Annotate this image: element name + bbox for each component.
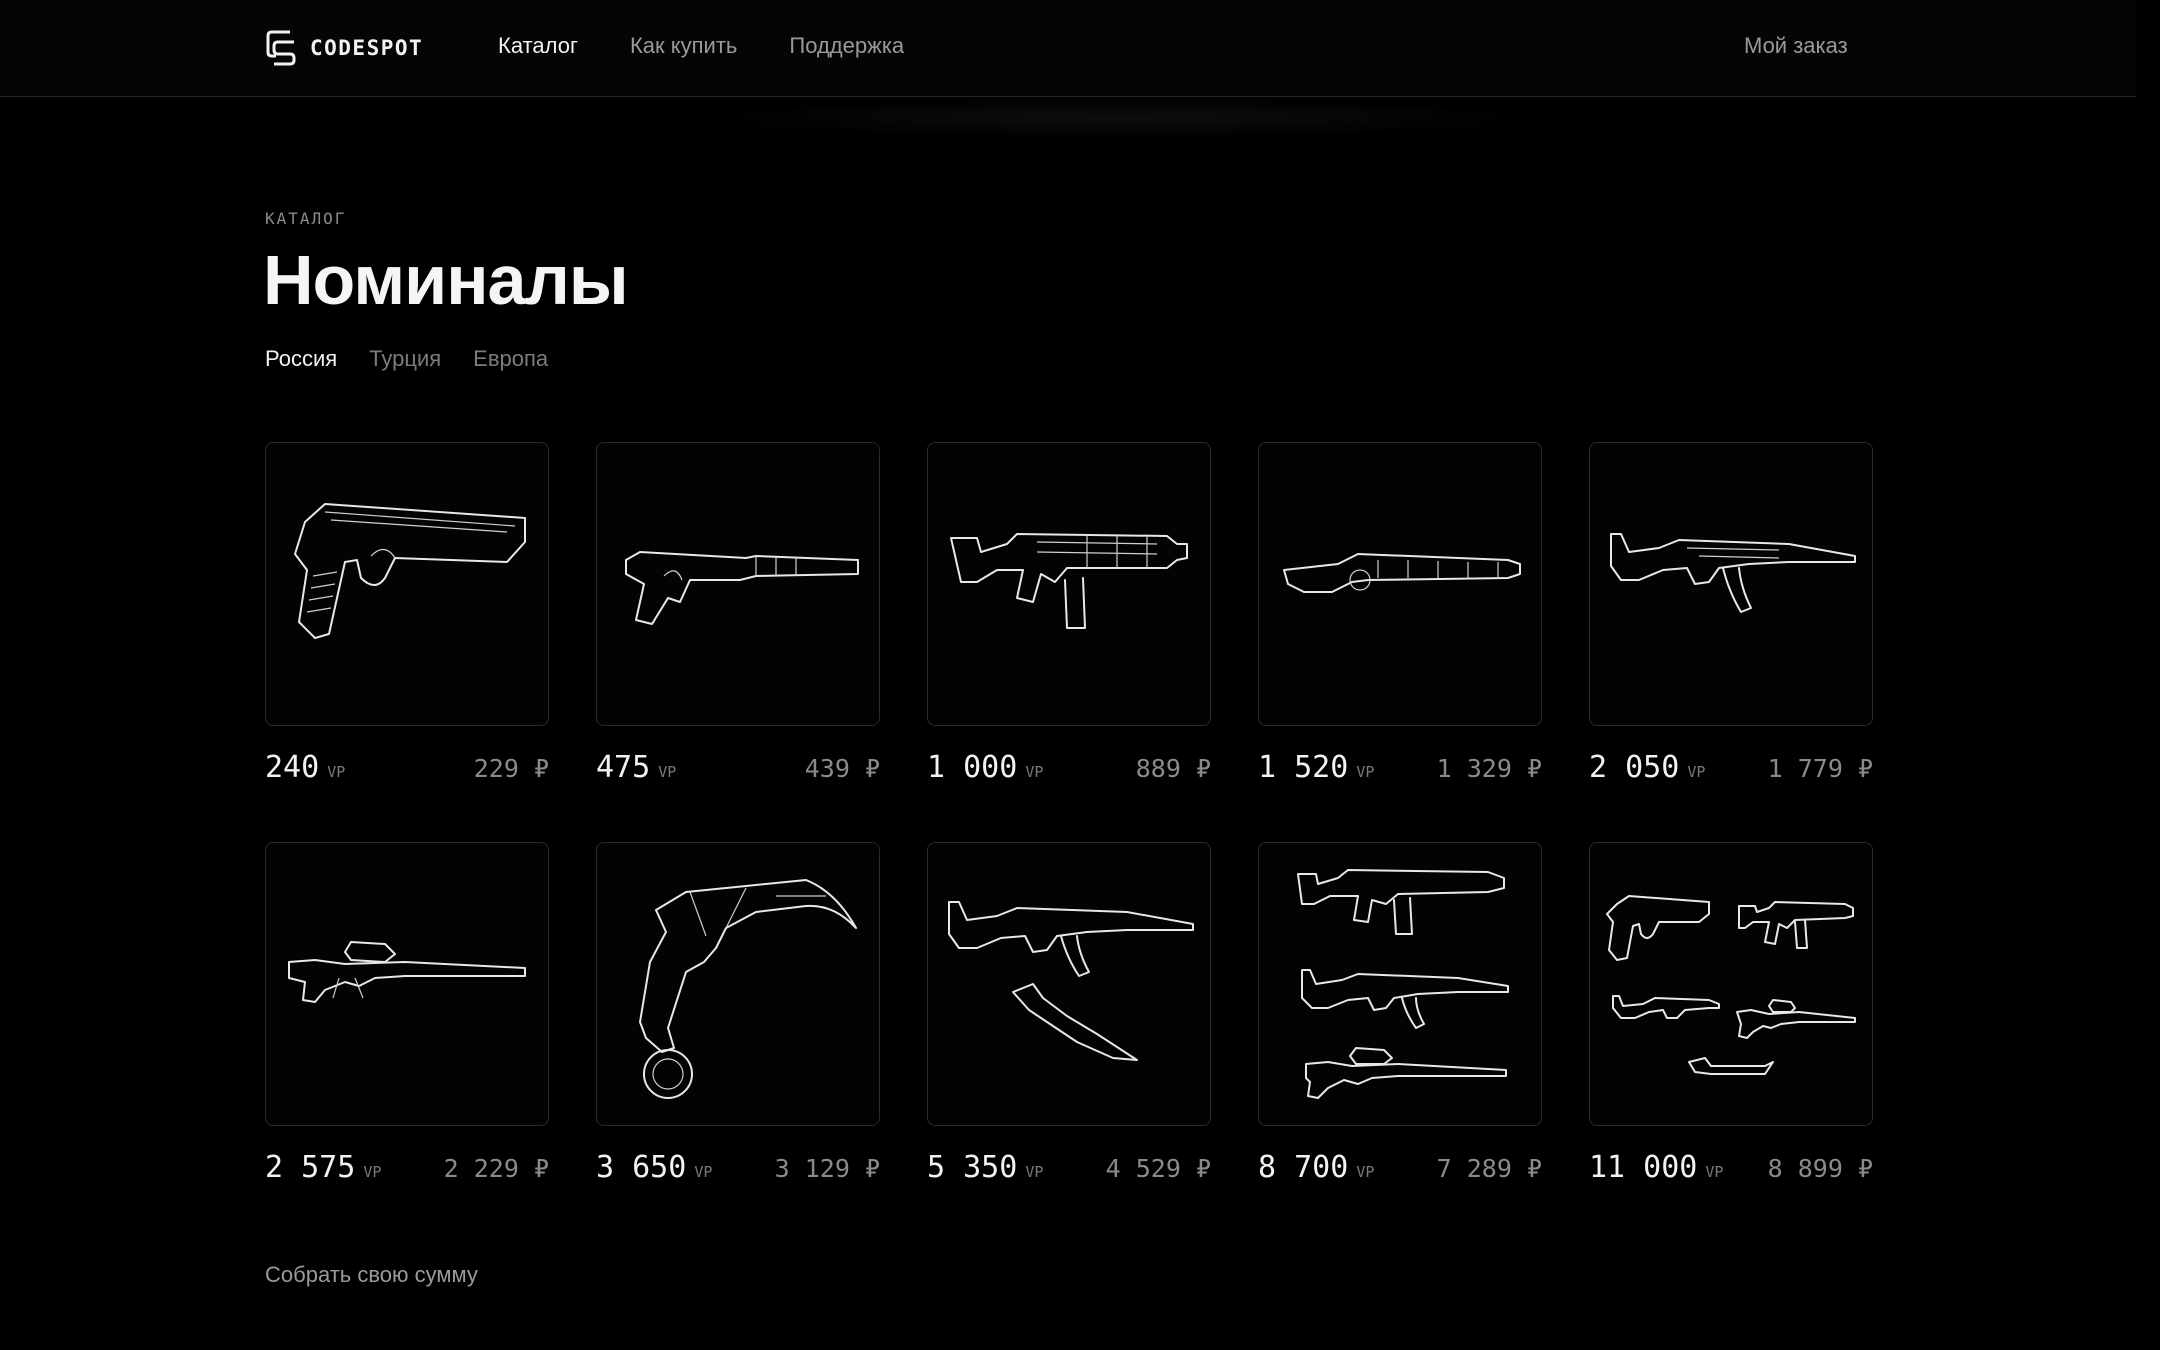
rub-price: 4 529 ₽ — [1105, 1154, 1211, 1183]
vp-unit: VP — [1025, 763, 1044, 781]
product-image — [265, 442, 549, 726]
brand-name: CODESPOT — [310, 36, 424, 60]
weapon-set-three-icon — [1297, 869, 1509, 1099]
custom-sum-link[interactable]: Собрать свою сумму — [265, 1262, 478, 1288]
vp-unit: VP — [327, 763, 346, 781]
vp-unit: VP — [1687, 763, 1706, 781]
vp-unit: VP — [1356, 763, 1375, 781]
product-image — [265, 842, 549, 1126]
product-card[interactable]: 2 575 VP 2 229 ₽ — [265, 842, 549, 1186]
main-nav: Каталог Как купить Поддержка — [498, 33, 904, 59]
vp-amount: 5 350 — [927, 1150, 1018, 1185]
vp-amount: 240 — [265, 750, 320, 785]
vp-unit: VP — [694, 1163, 713, 1181]
page-title: Номиналы — [263, 241, 629, 319]
product-image — [1589, 842, 1873, 1126]
rifle-icon — [1610, 533, 1856, 613]
shotgun-icon — [1283, 553, 1521, 593]
vp-unit: VP — [1356, 1163, 1375, 1181]
codespot-logo-icon — [266, 30, 296, 66]
product-card[interactable]: 1 520 VP 1 329 ₽ — [1258, 442, 1542, 786]
vp-amount: 1 000 — [927, 750, 1018, 785]
product-image — [1258, 442, 1542, 726]
section-eyebrow: КАТАЛОГ — [265, 209, 347, 228]
vp-unit: VP — [658, 763, 677, 781]
top-navigation-bar: CODESPOT Каталог Как купить Поддержка Мо… — [0, 0, 2136, 97]
pistol-icon — [294, 503, 526, 639]
tab-europe[interactable]: Европа — [473, 346, 548, 372]
product-card[interactable]: 5 350 VP 4 529 ₽ — [927, 842, 1211, 1186]
product-image — [596, 442, 880, 726]
weapon-set-five-icon — [1606, 895, 1856, 1075]
rub-price: 439 ₽ — [804, 754, 880, 783]
region-tabs: Россия Турция Европа — [265, 346, 548, 372]
sniper-rifle-icon — [288, 941, 526, 1003]
vp-amount: 475 — [596, 750, 651, 785]
brand-logo[interactable]: CODESPOT — [264, 27, 423, 69]
rifle-and-knife-icon — [948, 901, 1194, 1061]
rub-price: 229 ₽ — [473, 754, 549, 783]
vp-unit: VP — [363, 1163, 382, 1181]
vp-unit: VP — [1705, 1163, 1724, 1181]
product-card[interactable]: 1 000 VP 889 ₽ — [927, 442, 1211, 786]
nav-item-catalog[interactable]: Каталог — [498, 33, 578, 59]
nav-item-how-to-buy[interactable]: Как купить — [630, 33, 737, 59]
rub-price: 1 329 ₽ — [1436, 754, 1542, 783]
rub-price: 1 779 ₽ — [1767, 754, 1873, 783]
product-card[interactable]: 2 050 VP 1 779 ₽ — [1589, 442, 1873, 786]
vp-amount: 2 050 — [1589, 750, 1680, 785]
silenced-pistol-icon — [625, 551, 859, 625]
vp-amount: 3 650 — [596, 1150, 687, 1185]
product-grid: 240 VP 229 ₽ 475 VP 439 ₽ 1 000 VP 889 ₽… — [265, 442, 1873, 1186]
rub-price: 2 229 ₽ — [443, 1154, 549, 1183]
vp-amount: 2 575 — [265, 1150, 356, 1185]
vp-unit: VP — [1025, 1163, 1044, 1181]
product-card[interactable]: 8 700 VP 7 289 ₽ — [1258, 842, 1542, 1186]
product-image — [1589, 442, 1873, 726]
rub-price: 8 899 ₽ — [1767, 1154, 1873, 1183]
product-image — [596, 842, 880, 1126]
vp-amount: 11 000 — [1589, 1150, 1698, 1185]
product-card[interactable]: 3 650 VP 3 129 ₽ — [596, 842, 880, 1186]
karambit-knife-icon — [639, 879, 857, 1099]
my-order-link[interactable]: Мой заказ — [1744, 33, 1848, 59]
rub-price: 3 129 ₽ — [774, 1154, 880, 1183]
smg-icon — [950, 533, 1188, 629]
tab-turkey[interactable]: Турция — [369, 346, 441, 372]
product-image — [927, 442, 1211, 726]
product-image — [927, 842, 1211, 1126]
tab-russia[interactable]: Россия — [265, 346, 337, 372]
vp-amount: 8 700 — [1258, 1150, 1349, 1185]
product-image — [1258, 842, 1542, 1126]
rub-price: 889 ₽ — [1135, 754, 1211, 783]
rub-price: 7 289 ₽ — [1436, 1154, 1542, 1183]
product-card[interactable]: 240 VP 229 ₽ — [265, 442, 549, 786]
header-glow — [700, 98, 1540, 138]
product-card[interactable]: 475 VP 439 ₽ — [596, 442, 880, 786]
vp-amount: 1 520 — [1258, 750, 1349, 785]
product-card[interactable]: 11 000 VP 8 899 ₽ — [1589, 842, 1873, 1186]
nav-item-support[interactable]: Поддержка — [789, 33, 904, 59]
